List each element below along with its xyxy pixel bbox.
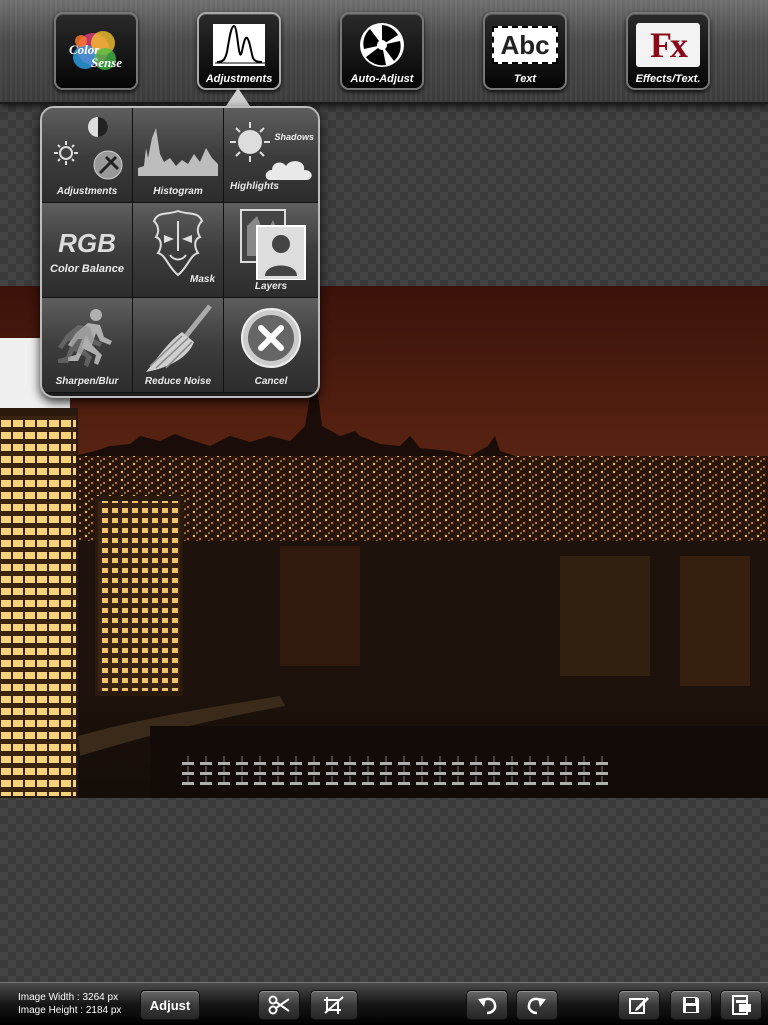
text-tool-glyph: Abc	[492, 26, 558, 64]
effects-text-button[interactable]: Fx Effects/Text.	[626, 12, 710, 90]
popup-item-cancel[interactable]: Cancel	[224, 298, 318, 393]
image-width-value: : 3264 px	[76, 992, 119, 1003]
popup-label-adjustments: Adjustments	[56, 186, 118, 197]
popup-item-mask[interactable]: Mask	[133, 203, 224, 298]
popup-item-layers[interactable]: Layers	[224, 203, 318, 298]
no-crop-button[interactable]	[310, 990, 358, 1020]
popup-label-reduce-noise: Reduce Noise	[144, 376, 212, 387]
edit-button[interactable]	[618, 990, 660, 1020]
redo-icon	[527, 997, 546, 1015]
popup-item-color-balance[interactable]: RGB Color Balance	[42, 203, 133, 298]
image-width-label: Image Width	[18, 992, 75, 1003]
color-sense-button[interactable]: Color Sense	[54, 12, 138, 90]
redo-button[interactable]	[516, 990, 558, 1020]
tribal-mask-icon	[133, 207, 223, 279]
undo-icon	[478, 997, 497, 1015]
layers-icon	[224, 207, 318, 280]
rgb-glyph: RGB	[58, 227, 116, 258]
adjustments-tool-label: Adjustments	[205, 73, 273, 85]
aperture-icon	[342, 20, 422, 70]
auto-adjust-button[interactable]: Auto-Adjust	[340, 12, 424, 90]
popup-label-cancel: Cancel	[254, 376, 288, 387]
popup-item-histogram[interactable]: Histogram	[133, 108, 224, 203]
popup-label-highlights: Highlights	[230, 181, 279, 192]
popup-item-sharpen-blur[interactable]: Sharpen/Blur	[42, 298, 133, 393]
adjustments-tool-button[interactable]: Adjustments	[197, 12, 281, 90]
popup-item-adjustments[interactable]: Adjustments	[42, 108, 133, 203]
undo-button[interactable]	[466, 990, 508, 1020]
cancel-x-icon	[224, 302, 318, 374]
text-tool-label: Text	[513, 73, 537, 85]
export-icon	[732, 995, 751, 1015]
adjust-button[interactable]: Adjust	[140, 990, 200, 1020]
image-height-value: : 2184 px	[80, 1005, 122, 1016]
image-size-info: Image Width : 3264 px Image Height : 218…	[18, 991, 121, 1017]
svg-text:Sense: Sense	[91, 55, 122, 70]
popup-label-shadows: Shadows	[274, 132, 314, 142]
no-crop-icon	[324, 996, 344, 1014]
image-height-label: Image Height	[18, 1005, 78, 1016]
popup-item-reduce-noise[interactable]: Reduce Noise	[133, 298, 224, 393]
popup-label-layers: Layers	[254, 281, 288, 292]
save-icon	[683, 997, 699, 1013]
top-toolbar: Color Sense Adjustments Auto-Adjust Abc …	[0, 0, 768, 104]
edit-icon	[629, 997, 649, 1014]
fx-glyph: Fx	[636, 23, 700, 67]
color-sense-logo-icon: Color Sense	[56, 18, 136, 84]
waveform-icon	[199, 20, 279, 70]
scissors-button[interactable]	[258, 990, 300, 1020]
popup-item-highlights[interactable]: Shadows Highlights	[224, 108, 318, 203]
popup-label-sharpen-blur: Sharpen/Blur	[55, 376, 119, 387]
histogram-icon	[133, 112, 223, 184]
text-tool-button[interactable]: Abc Text	[483, 12, 567, 90]
broom-icon	[133, 302, 223, 374]
auto-adjust-label: Auto-Adjust	[350, 73, 414, 85]
popup-label-histogram: Histogram	[153, 186, 203, 197]
popup-label-mask: Mask	[189, 274, 215, 285]
effects-text-label: Effects/Text.	[635, 73, 701, 85]
export-button[interactable]	[720, 990, 762, 1020]
text-abc-icon: Abc	[485, 20, 565, 70]
fx-icon: Fx	[628, 20, 708, 70]
scissors-icon	[268, 995, 290, 1015]
adjustments-popup-menu: Adjustments Histogram Shadows Highlights…	[40, 106, 320, 398]
popup-label-color-balance: Color Balance	[50, 263, 124, 275]
sun-cloud-icon	[224, 112, 318, 184]
brightness-contrast-icon	[42, 112, 132, 184]
save-button[interactable]	[670, 990, 712, 1020]
running-person-icon	[42, 302, 132, 374]
bottom-toolbar: Image Width : 3264 px Image Height : 218…	[0, 982, 768, 1025]
popup-arrow	[226, 88, 250, 106]
